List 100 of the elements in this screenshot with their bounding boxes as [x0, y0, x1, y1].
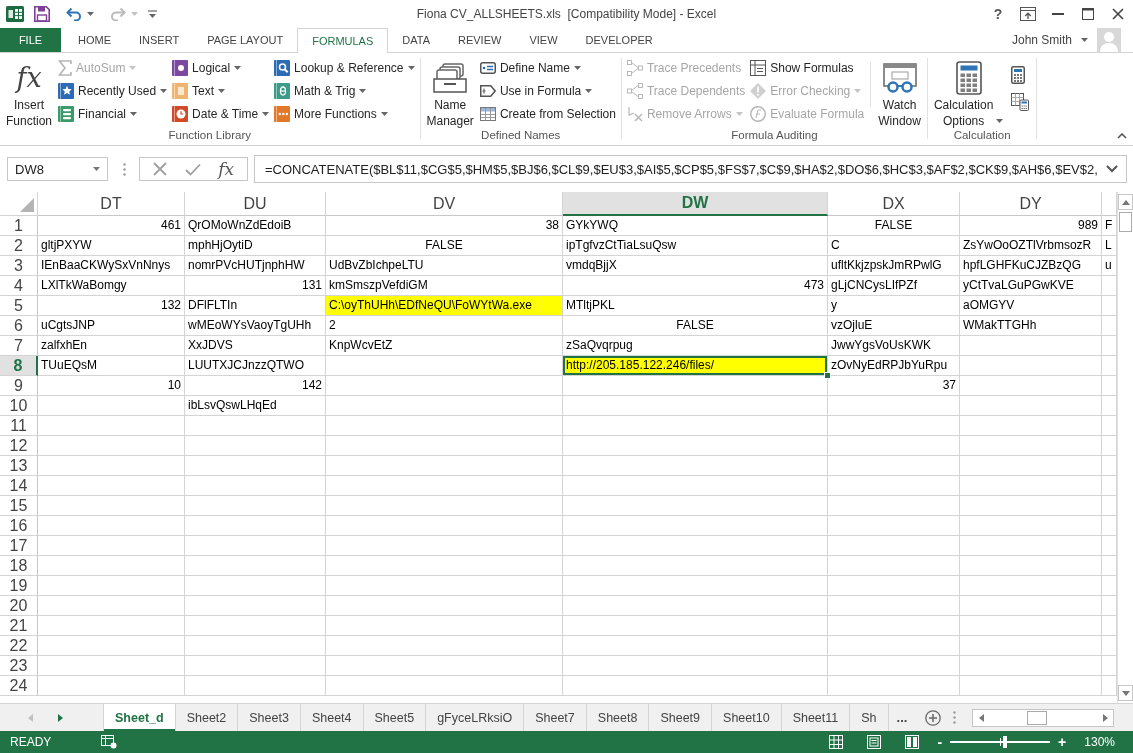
name-manager-button[interactable]: Name Manager [423, 56, 477, 129]
table-cell[interactable] [828, 456, 960, 476]
row-header[interactable]: 4 [0, 276, 38, 296]
table-cell[interactable]: FALSE [563, 316, 828, 336]
calculate-sheet-button[interactable] [1009, 90, 1032, 113]
lookup-reference-button[interactable]: Lookup & Reference [272, 56, 417, 79]
row-header[interactable]: 8 [0, 356, 38, 376]
row-header[interactable]: 16 [0, 516, 38, 536]
table-cell[interactable]: C:\oyThUHh\EDfNeQU\FoWYtWa.exe [326, 296, 563, 316]
zoom-out-button[interactable]: - [933, 734, 947, 750]
row-header[interactable]: 13 [0, 456, 38, 476]
row-header[interactable]: 18 [0, 556, 38, 576]
table-cell[interactable] [185, 656, 326, 676]
table-cell[interactable] [563, 416, 828, 436]
table-cell[interactable] [563, 436, 828, 456]
row-header[interactable]: 21 [0, 616, 38, 636]
table-cell[interactable] [563, 596, 828, 616]
help-button[interactable]: ? [983, 0, 1013, 28]
table-cell[interactable] [960, 376, 1102, 396]
table-cell[interactable]: GYkYWQ [563, 216, 828, 236]
use-in-formula-button[interactable]: Use in Formula [477, 79, 618, 102]
table-cell[interactable] [1102, 516, 1117, 536]
table-cell[interactable] [1102, 356, 1117, 376]
table-cell[interactable]: mphHjOytiD [185, 236, 326, 256]
table-cell[interactable]: UdBvZbIchpeLTU [326, 256, 563, 276]
ribbon-tab[interactable]: FORMULAS [297, 28, 389, 53]
table-cell[interactable] [38, 656, 185, 676]
table-cell[interactable]: 473 [563, 276, 828, 296]
table-cell[interactable] [563, 656, 828, 676]
row-header[interactable]: 17 [0, 536, 38, 556]
table-cell[interactable]: 989 [960, 216, 1102, 236]
create-from-selection-button[interactable]: Create from Selection [477, 102, 618, 125]
caret-right-icon[interactable] [58, 713, 63, 722]
table-cell[interactable] [960, 536, 1102, 556]
table-cell[interactable]: gLjCNCysLIfPZf [828, 276, 960, 296]
avatar-icon[interactable] [1097, 28, 1121, 52]
row-header[interactable]: 22 [0, 636, 38, 656]
minimize-icon[interactable] [1052, 13, 1064, 15]
table-cell[interactable] [1102, 296, 1117, 316]
table-cell[interactable] [1102, 676, 1117, 696]
table-cell[interactable] [326, 636, 563, 656]
column-header[interactable]: DW [563, 192, 828, 216]
sheet-tab[interactable]: Sheet_d [103, 704, 176, 731]
table-cell[interactable] [326, 536, 563, 556]
check-icon[interactable] [184, 162, 201, 176]
table-cell[interactable] [563, 476, 828, 496]
table-cell[interactable] [326, 616, 563, 636]
column-header[interactable]: DY [960, 192, 1102, 216]
table-cell[interactable] [1102, 616, 1117, 636]
table-cell[interactable] [38, 676, 185, 696]
table-cell[interactable] [563, 376, 828, 396]
table-cell[interactable] [1102, 576, 1117, 596]
table-cell[interactable] [1102, 656, 1117, 676]
row-header[interactable]: 1 [0, 216, 38, 236]
table-cell[interactable] [828, 396, 960, 416]
table-cell[interactable] [38, 536, 185, 556]
table-cell[interactable]: uCgtsJNP [38, 316, 185, 336]
table-cell[interactable] [185, 416, 326, 436]
select-all-icon[interactable] [20, 198, 34, 212]
table-cell[interactable] [326, 496, 563, 516]
table-cell[interactable] [960, 456, 1102, 476]
table-cell[interactable] [563, 536, 828, 556]
table-cell[interactable] [960, 676, 1102, 696]
row-header[interactable]: 2 [0, 236, 38, 256]
table-cell[interactable]: C [828, 236, 960, 256]
table-cell[interactable] [563, 516, 828, 536]
logical-button[interactable]: Logical [170, 56, 272, 79]
chevron-down-icon[interactable] [1106, 165, 1118, 173]
plus-circle-icon[interactable] [925, 709, 942, 726]
table-cell[interactable]: ipTgfvzCtTiaLsuQsw [563, 236, 828, 256]
table-cell[interactable] [326, 456, 563, 476]
table-cell[interactable]: L [1102, 236, 1117, 256]
table-cell[interactable] [828, 576, 960, 596]
table-cell[interactable] [563, 636, 828, 656]
table-cell[interactable]: 2 [326, 316, 563, 336]
table-cell[interactable] [326, 576, 563, 596]
table-cell[interactable] [185, 516, 326, 536]
zoom-in-button[interactable]: + [1054, 734, 1071, 750]
table-cell[interactable]: XxJDVS [185, 336, 326, 356]
table-cell[interactable] [960, 596, 1102, 616]
table-cell[interactable]: LUUTXJCJnzzQTWO [185, 356, 326, 376]
table-cell[interactable]: MTltjPKL [563, 296, 828, 316]
table-cell[interactable]: vmdqBjjX [563, 256, 828, 276]
table-cell[interactable]: WMakTTGHh [960, 316, 1102, 336]
table-cell[interactable] [960, 476, 1102, 496]
row-header[interactable]: 3 [0, 256, 38, 276]
recently-used-button[interactable]: Recently Used [56, 79, 170, 102]
table-cell[interactable] [1102, 456, 1117, 476]
row-header[interactable]: 20 [0, 596, 38, 616]
macro-record-icon[interactable] [101, 735, 118, 749]
column-header[interactable]: DT [38, 192, 185, 216]
table-cell[interactable] [326, 416, 563, 436]
row-header[interactable]: 9 [0, 376, 38, 396]
table-cell[interactable]: gltjPXYW [38, 236, 185, 256]
ribbon-tab[interactable]: PAGE LAYOUT [193, 28, 298, 52]
scroll-thumb[interactable] [1119, 212, 1132, 232]
table-cell[interactable] [1102, 416, 1117, 436]
close-icon[interactable] [1112, 8, 1124, 20]
calculation-options-button[interactable]: Calculation Options [930, 56, 1007, 129]
table-cell[interactable] [38, 476, 185, 496]
